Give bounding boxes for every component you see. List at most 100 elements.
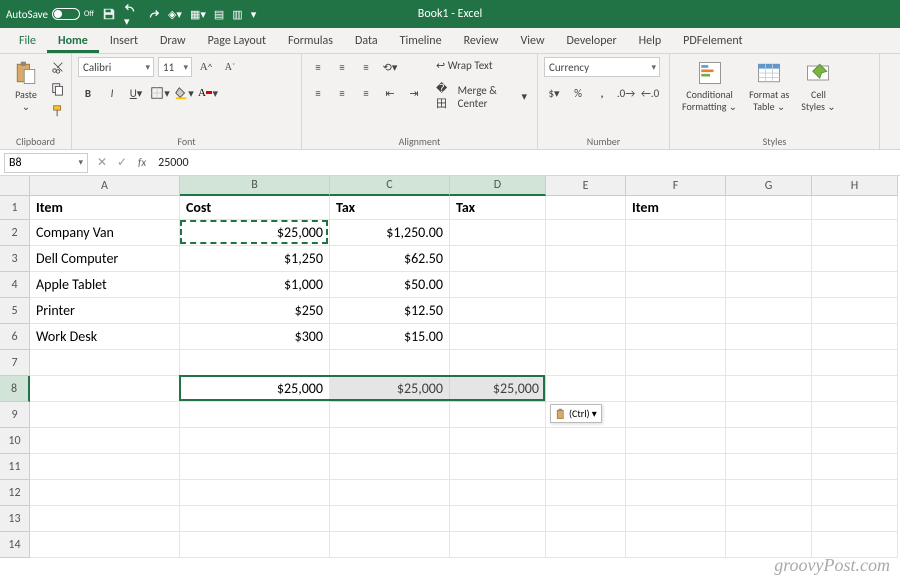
- cell-F3[interactable]: [626, 246, 726, 272]
- cell-B2[interactable]: $25,000: [180, 220, 330, 246]
- cell-B5[interactable]: $250: [180, 298, 330, 324]
- cell-F6[interactable]: [626, 324, 726, 350]
- decrease-font-icon[interactable]: Aˇ: [220, 57, 240, 77]
- cell-F5[interactable]: [626, 298, 726, 324]
- cell-E2[interactable]: [546, 220, 626, 246]
- cell-E13[interactable]: [546, 506, 626, 532]
- number-format-combo[interactable]: Currency: [544, 57, 660, 77]
- format-painter-icon[interactable]: [48, 101, 68, 121]
- format-as-table-button[interactable]: Format as Table ⌄: [743, 57, 795, 114]
- row-header-12[interactable]: 12: [0, 480, 30, 506]
- cell-G8[interactable]: [726, 376, 812, 402]
- cell-F9[interactable]: [626, 402, 726, 428]
- cell-F7[interactable]: [626, 350, 726, 376]
- col-header-F[interactable]: F: [626, 176, 726, 196]
- tab-developer[interactable]: Developer: [556, 29, 628, 53]
- cell-D7[interactable]: [450, 350, 546, 376]
- cell-A11[interactable]: [30, 454, 180, 480]
- tab-formulas[interactable]: Formulas: [277, 29, 344, 53]
- cell-G3[interactable]: [726, 246, 812, 272]
- cell-A3[interactable]: Dell Computer: [30, 246, 180, 272]
- col-header-D[interactable]: D: [450, 176, 546, 196]
- cell-B6[interactable]: $300: [180, 324, 330, 350]
- tab-draw[interactable]: Draw: [149, 29, 197, 53]
- cell-styles-button[interactable]: Cell Styles ⌄: [795, 57, 841, 114]
- cell-C9[interactable]: [330, 402, 450, 428]
- cell-D8[interactable]: $25,000: [450, 376, 546, 402]
- qat-icon-4[interactable]: ▥: [232, 8, 242, 21]
- name-box[interactable]: B8▾: [4, 153, 88, 173]
- fill-color-icon[interactable]: ▾: [174, 83, 194, 103]
- cell-C10[interactable]: [330, 428, 450, 454]
- cell-C4[interactable]: $50.00: [330, 272, 450, 298]
- cell-H1[interactable]: [812, 196, 898, 220]
- row-header-2[interactable]: 2: [0, 220, 30, 246]
- cell-A1[interactable]: Item: [30, 196, 180, 220]
- cell-B13[interactable]: [180, 506, 330, 532]
- percent-icon[interactable]: %: [568, 83, 588, 103]
- col-header-G[interactable]: G: [726, 176, 812, 196]
- cell-G12[interactable]: [726, 480, 812, 506]
- border-icon[interactable]: ▾: [150, 83, 170, 103]
- col-header-E[interactable]: E: [546, 176, 626, 196]
- save-icon[interactable]: [102, 7, 116, 21]
- tab-insert[interactable]: Insert: [99, 29, 149, 53]
- tab-data[interactable]: Data: [344, 29, 389, 53]
- cell-B14[interactable]: [180, 532, 330, 558]
- cell-G2[interactable]: [726, 220, 812, 246]
- redo-icon[interactable]: [146, 7, 160, 21]
- tab-view[interactable]: View: [509, 29, 555, 53]
- increase-indent-icon[interactable]: ⇥: [404, 83, 424, 103]
- cell-A7[interactable]: [30, 350, 180, 376]
- font-color-icon[interactable]: A▾: [198, 83, 218, 103]
- cell-E14[interactable]: [546, 532, 626, 558]
- cell-C12[interactable]: [330, 480, 450, 506]
- cell-C1[interactable]: Tax: [330, 196, 450, 220]
- cell-H2[interactable]: [812, 220, 898, 246]
- cell-E5[interactable]: [546, 298, 626, 324]
- tab-review[interactable]: Review: [453, 29, 510, 53]
- cell-G1[interactable]: [726, 196, 812, 220]
- cell-D6[interactable]: [450, 324, 546, 350]
- row-header-6[interactable]: 6: [0, 324, 30, 350]
- cell-A12[interactable]: [30, 480, 180, 506]
- conditional-formatting-button[interactable]: Conditional Formatting ⌄: [676, 57, 743, 114]
- cell-B4[interactable]: $1,000: [180, 272, 330, 298]
- comma-icon[interactable]: ,: [592, 83, 612, 103]
- qat-icon-2[interactable]: ▦▾: [190, 8, 206, 21]
- cell-E12[interactable]: [546, 480, 626, 506]
- row-header-3[interactable]: 3: [0, 246, 30, 272]
- cell-E1[interactable]: [546, 196, 626, 220]
- cell-A9[interactable]: [30, 402, 180, 428]
- cell-F4[interactable]: [626, 272, 726, 298]
- cell-C11[interactable]: [330, 454, 450, 480]
- qat-icon-1[interactable]: ◈▾: [168, 8, 182, 21]
- row-header-14[interactable]: 14: [0, 532, 30, 558]
- align-left-icon[interactable]: ≡: [308, 83, 328, 103]
- row-header-13[interactable]: 13: [0, 506, 30, 532]
- decrease-indent-icon[interactable]: ⇤: [380, 83, 400, 103]
- cell-B10[interactable]: [180, 428, 330, 454]
- cell-G6[interactable]: [726, 324, 812, 350]
- tab-file[interactable]: File: [8, 29, 47, 53]
- spreadsheet-grid[interactable]: ABCDEFGH1ItemCostTaxTaxItem2Company Van$…: [0, 176, 900, 558]
- cell-G10[interactable]: [726, 428, 812, 454]
- cell-H9[interactable]: [812, 402, 898, 428]
- align-bottom-icon[interactable]: ≡: [356, 57, 376, 77]
- cell-E11[interactable]: [546, 454, 626, 480]
- cell-C6[interactable]: $15.00: [330, 324, 450, 350]
- cell-A8[interactable]: [30, 376, 180, 402]
- row-header-1[interactable]: 1: [0, 196, 30, 220]
- cell-D13[interactable]: [450, 506, 546, 532]
- cell-D1[interactable]: Tax: [450, 196, 546, 220]
- bold-icon[interactable]: B: [78, 83, 98, 103]
- cell-F11[interactable]: [626, 454, 726, 480]
- cell-C8[interactable]: $25,000: [330, 376, 450, 402]
- cell-G7[interactable]: [726, 350, 812, 376]
- cell-F12[interactable]: [626, 480, 726, 506]
- cell-H7[interactable]: [812, 350, 898, 376]
- cell-E10[interactable]: [546, 428, 626, 454]
- cell-H6[interactable]: [812, 324, 898, 350]
- cell-B1[interactable]: Cost: [180, 196, 330, 220]
- cell-A4[interactable]: Apple Tablet: [30, 272, 180, 298]
